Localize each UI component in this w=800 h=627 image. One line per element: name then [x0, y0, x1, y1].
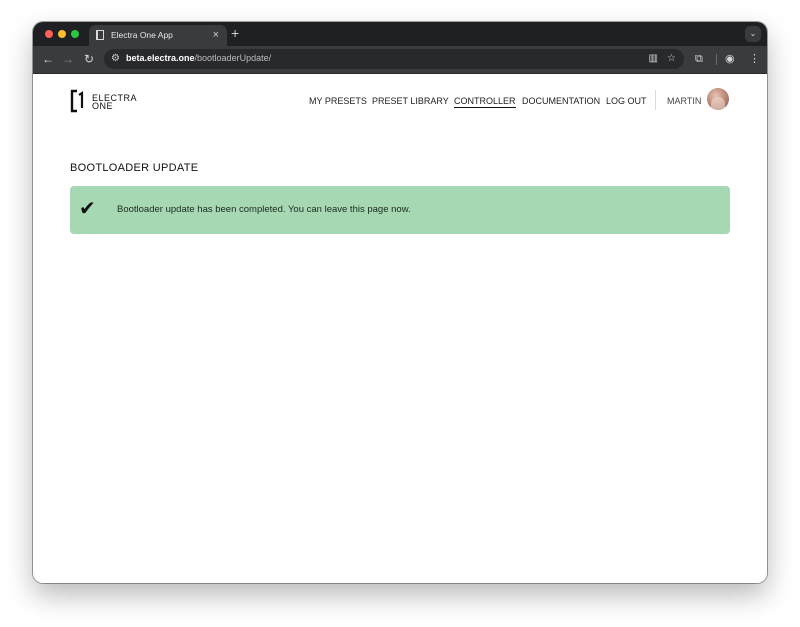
bookmark-star-icon[interactable]: ☆: [667, 53, 676, 65]
nav-documentation[interactable]: DOCUMENTATION: [522, 96, 600, 106]
page-title: BOOTLOADER UPDATE: [70, 162, 199, 174]
zoom-window-button[interactable]: [71, 30, 79, 38]
electra-one-logo-icon: [70, 89, 84, 113]
url-path: /bootloaderUpdate/: [194, 53, 272, 63]
checkmark-icon: ✔: [79, 198, 96, 220]
success-alert: ✔ Bootloader update has been completed. …: [70, 186, 730, 234]
tab-title: Electra One App: [111, 30, 173, 40]
nav-divider: [655, 90, 656, 110]
logo-wordmark: ELECTRA ONE: [92, 94, 137, 111]
close-window-button[interactable]: [45, 30, 53, 38]
url-host: beta.electra.one: [126, 53, 195, 63]
browser-menu-icon[interactable]: ⋮: [749, 52, 760, 66]
avatar[interactable]: [707, 88, 729, 110]
reload-icon[interactable]: ↻: [84, 52, 94, 66]
profile-icon[interactable]: ◉: [725, 52, 735, 66]
nav-my-presets[interactable]: MY PRESETS: [309, 96, 367, 106]
electra-one-logo[interactable]: ELECTRA ONE: [70, 89, 140, 115]
new-tab-icon[interactable]: +: [231, 25, 239, 41]
site-info-icon[interactable]: ⚙: [111, 53, 120, 65]
tab-strip: Electra One App × + ⌄: [33, 22, 767, 46]
logo-line-2: ONE: [92, 101, 114, 111]
close-tab-icon[interactable]: ×: [213, 28, 219, 42]
nav-controller[interactable]: CONTROLLER: [454, 96, 516, 108]
address-bar[interactable]: ⚙ beta.electra.one/bootloaderUpdate/ ▥ ☆: [104, 49, 684, 69]
url-text[interactable]: beta.electra.one/bootloaderUpdate/: [126, 53, 271, 63]
browser-toolbar: ← → ↻ ⚙ beta.electra.one/bootloaderUpdat…: [33, 46, 767, 74]
browser-window: Electra One App × + ⌄ ← → ↻ ⚙ beta.elect…: [33, 22, 767, 583]
reader-mode-icon[interactable]: ▥: [649, 53, 658, 65]
page-content: ELECTRA ONE MY PRESETS PRESET LIBRARY CO…: [33, 74, 767, 583]
nav-log-out[interactable]: LOG OUT: [606, 96, 647, 106]
forward-icon[interactable]: →: [62, 52, 74, 66]
user-name[interactable]: MARTIN: [667, 96, 701, 106]
tab-electra-one-app[interactable]: Electra One App ×: [89, 25, 227, 46]
extensions-icon[interactable]: ⧉: [695, 52, 703, 66]
nav-preset-library[interactable]: PRESET LIBRARY: [372, 96, 449, 106]
minimize-window-button[interactable]: [58, 30, 66, 38]
back-icon[interactable]: ←: [42, 52, 54, 66]
favicon-icon: [96, 30, 104, 40]
alert-message: Bootloader update has been completed. Yo…: [117, 204, 411, 215]
tab-search-icon[interactable]: ⌄: [745, 26, 761, 42]
toolbar-divider: [716, 54, 717, 65]
